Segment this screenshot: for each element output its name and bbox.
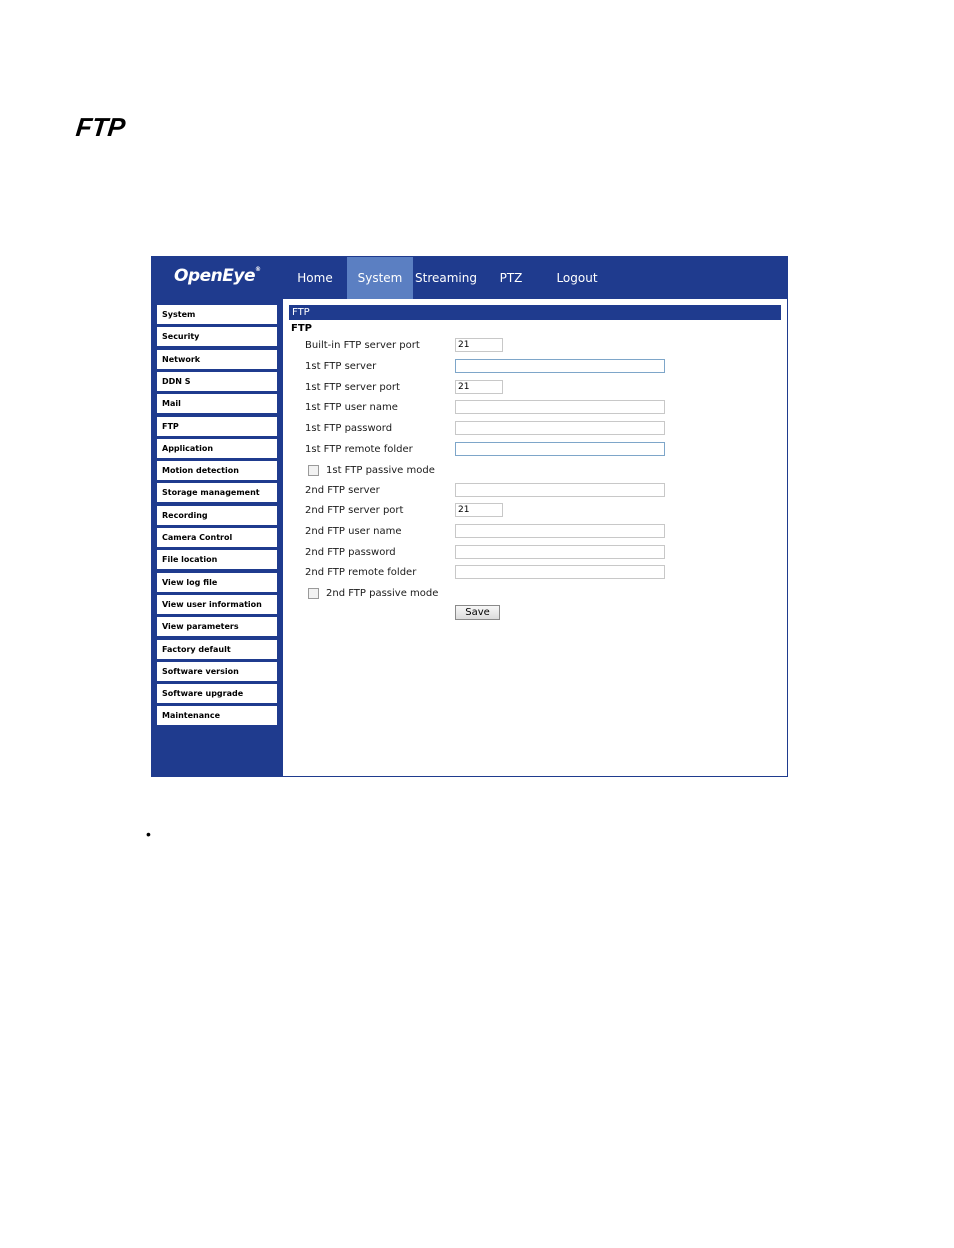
field-input[interactable]: 21 (455, 503, 503, 517)
save-button[interactable]: Save (455, 605, 500, 620)
field-label: 2nd FTP server port (305, 505, 404, 516)
sidebar-item-maintenance[interactable]: Maintenance (157, 706, 277, 726)
section-title-bar: FTP (289, 305, 781, 320)
sidebar-item-view-log-file[interactable]: View log file (157, 572, 277, 592)
sidebar-item-ftp[interactable]: FTP (157, 416, 277, 436)
document-heading: FTP (74, 112, 127, 142)
bullet-point: • (146, 826, 151, 842)
field-input[interactable] (455, 359, 665, 373)
passive-mode-label: 2nd FTP passive mode (326, 588, 439, 599)
field-label: 1st FTP server port (305, 382, 400, 393)
settings-sidebar: System Security Network DDN S Mail FTP Applica… (152, 299, 283, 777)
field-label: 1st FTP server (305, 361, 377, 372)
field-input[interactable] (455, 483, 665, 497)
nav-tab-ptz[interactable]: PTZ (479, 257, 543, 299)
field-label: 2nd FTP remote folder (305, 567, 417, 578)
sidebar-item-file-location[interactable]: File location (157, 550, 277, 570)
sidebar-item-security[interactable]: Security (157, 327, 277, 347)
passive-mode-label: 1st FTP passive mode (326, 465, 435, 476)
nav-tab-system[interactable]: System (347, 257, 413, 299)
sidebar-item-application[interactable]: Application (157, 438, 277, 458)
camera-web-ui-screenshot: OpenEye® Home System Streaming PTZ Logout Sy… (151, 256, 788, 777)
passive-mode-checkbox[interactable] (308, 465, 319, 476)
field-label: 1st FTP remote folder (305, 444, 413, 455)
passive-mode-row: 1st FTP passive mode (308, 465, 435, 476)
passive-mode-row: 2nd FTP passive mode (308, 588, 438, 599)
nav-tab-logout[interactable]: Logout (543, 257, 611, 299)
top-navigation-bar: OpenEye® Home System Streaming PTZ Logout (152, 257, 787, 299)
nav-tab-home[interactable]: Home (283, 257, 347, 299)
field-input[interactable] (455, 421, 665, 435)
field-label: 2nd FTP password (305, 547, 396, 558)
ftp-settings-panel: FTP FTP Save Built-in FTP server port 21 1… (283, 299, 787, 776)
main-nav: Home System Streaming PTZ Logout (283, 257, 611, 299)
field-label: 2nd FTP user name (305, 526, 402, 537)
sidebar-item-recording[interactable]: Recording (157, 505, 277, 525)
field-input[interactable]: 21 (455, 380, 503, 394)
field-input[interactable] (455, 524, 665, 538)
sidebar-item-factory-default[interactable]: Factory default (157, 639, 277, 659)
field-input[interactable]: 21 (455, 338, 503, 352)
field-label: Built-in FTP server port (305, 340, 420, 351)
sidebar-item-ddn-s[interactable]: DDN S (157, 371, 277, 391)
sidebar-item-mail[interactable]: Mail (157, 394, 277, 414)
sidebar-item-camera-control[interactable]: Camera Control (157, 528, 277, 547)
sidebar-item-network[interactable]: Network (157, 349, 277, 369)
field-input[interactable] (455, 565, 665, 579)
openeye-logo: OpenEye® (174, 266, 261, 286)
field-label: 2nd FTP server (305, 485, 380, 496)
section-subtitle: FTP (291, 323, 312, 334)
sidebar-item-view-parameters[interactable]: View parameters (157, 617, 277, 637)
sidebar-item-system[interactable]: System (157, 305, 277, 324)
field-input[interactable] (455, 442, 665, 456)
nav-tab-streaming[interactable]: Streaming (413, 257, 479, 299)
field-label: 1st FTP password (305, 423, 393, 434)
field-input[interactable] (455, 400, 665, 414)
field-label: 1st FTP user name (305, 402, 398, 413)
sidebar-item-storage-management[interactable]: Storage management (157, 483, 277, 503)
sidebar-item-software-version[interactable]: Software version (157, 661, 277, 681)
field-input[interactable] (455, 545, 665, 559)
sidebar-item-view-user-information[interactable]: View user information (157, 594, 277, 614)
sidebar-item-software-upgrade[interactable]: Software upgrade (157, 684, 277, 704)
passive-mode-checkbox[interactable] (308, 588, 319, 599)
sidebar-item-motion-detection[interactable]: Motion detection (157, 461, 277, 481)
